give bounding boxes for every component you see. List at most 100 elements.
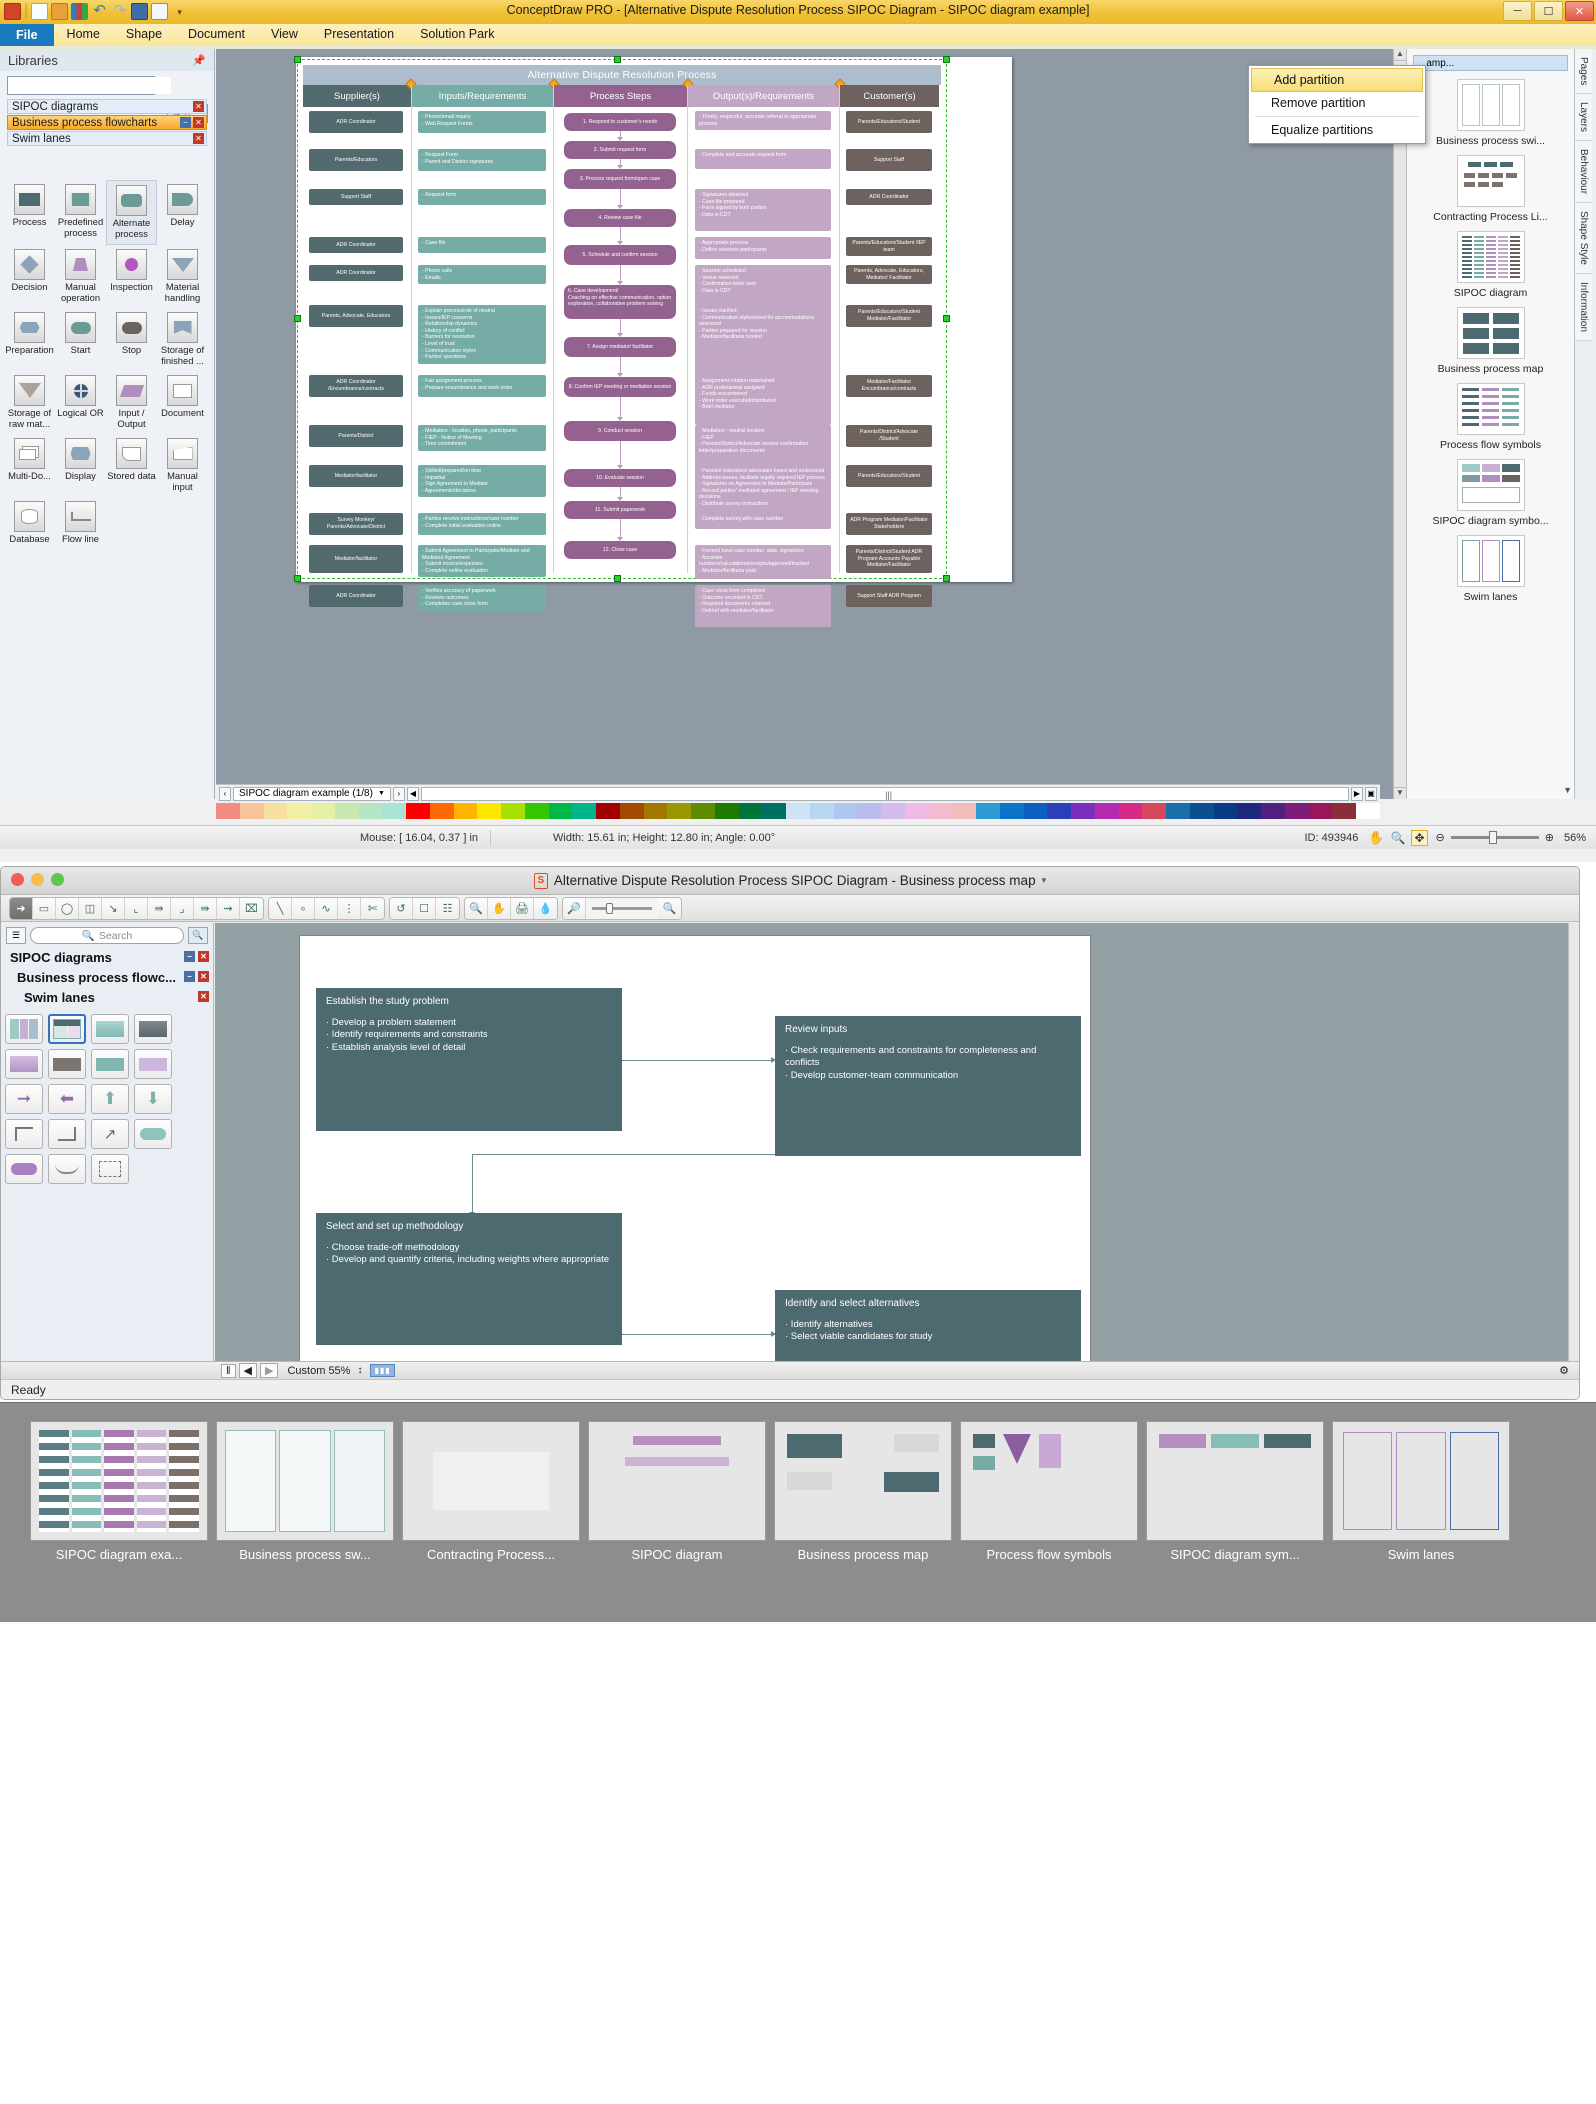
document-thumbnail-3[interactable]: Business process map — [1407, 307, 1574, 375]
sipoc-column-header[interactable]: Supplier(s) — [303, 85, 411, 107]
sipoc-cell[interactable]: - Skilled/prepared/on time - Impartial - S… — [418, 465, 546, 498]
sipoc-cell[interactable]: Mediator/Facilitator Encumbrance/contrac… — [846, 375, 932, 397]
ribbon-tab-shape[interactable]: Shape — [113, 24, 175, 44]
zoom-stepper-icon[interactable]: ↕ — [357, 1365, 362, 1376]
palette-swatch[interactable] — [833, 803, 858, 819]
pin-icon[interactable]: 📌 — [192, 54, 206, 67]
sipoc-cell[interactable]: ADR Coordinator — [309, 585, 403, 607]
dock-bp-swimlane-icon[interactable] — [216, 1421, 394, 1541]
selection-handle[interactable] — [614, 56, 621, 63]
sipoc-cell[interactable]: 1. Respond to customer's needs — [564, 113, 676, 131]
mac-library-groups[interactable]: SIPOC diagrams − ✕ Business process flowc..… — [1, 948, 213, 1007]
canvas-area[interactable]: Alternative Dispute Resolution Process S… — [216, 49, 1406, 799]
mac-traffic-lights[interactable] — [11, 873, 64, 886]
sipoc-cell[interactable]: Survey Monkey/ Parents/Advocate/District — [309, 513, 403, 535]
palette-swatch[interactable] — [239, 803, 264, 819]
sipoc-cell[interactable]: Parents/Educators/Student — [846, 465, 932, 487]
maximize-button[interactable]: ☐ — [1534, 1, 1563, 21]
library-shape-grid[interactable]: Process Predefined process Alternate proce… — [0, 177, 215, 550]
chevron-down-icon[interactable]: ▼ — [378, 790, 385, 797]
sipoc-cell[interactable]: - Request Form - Parent and District sign… — [418, 149, 546, 171]
selection-handle[interactable] — [614, 575, 621, 582]
sipoc-cell[interactable]: ADR Coordinator — [846, 189, 932, 205]
thumbs-scroll-down-icon[interactable]: ▼ — [1563, 785, 1572, 795]
palette-swatch[interactable] — [358, 803, 383, 819]
sipoc-cell[interactable]: - Explain process/role of neutral - Issue… — [418, 305, 546, 364]
bp-node[interactable]: Select and set up methodology · Choose t… — [316, 1213, 622, 1345]
sipoc-cell[interactable]: Parents, Advocate, Educators, Mediator/ … — [846, 265, 932, 285]
text-tool-icon[interactable]: ◫ — [79, 897, 102, 919]
sipoc-cell[interactable]: - Verifies accuracy of paperwork - Review… — [418, 585, 546, 611]
library-shape-preparation[interactable]: Preparation — [4, 308, 55, 371]
vertical-tab-behaviour[interactable]: Behaviour — [1575, 141, 1592, 204]
page-view-icon[interactable]: ▮▮▮ — [370, 1364, 395, 1377]
palette-swatch[interactable] — [667, 803, 691, 819]
page-next-icon[interactable]: ▶ — [260, 1363, 279, 1378]
context-menu-item-remove-partition[interactable]: Remove partition — [1249, 92, 1425, 114]
palette-swatch[interactable] — [501, 803, 525, 819]
library-group-2[interactable]: Swim lanes ✕ — [7, 131, 207, 146]
context-menu-item-add-partition[interactable]: Add partition — [1251, 68, 1423, 92]
library-shape-decision[interactable]: Decision — [4, 245, 55, 308]
sipoc-column-0[interactable]: Supplier(s) ADR Coordinator Parents/Educat… — [303, 78, 417, 607]
sipoc-cell[interactable]: - Timely, respectful, accurate referral … — [695, 111, 831, 131]
document-thumbnail-2[interactable]: SIPOC diagram — [1407, 231, 1574, 299]
canvas-vertical-scrollbar[interactable]: ▲ ▼ — [1393, 49, 1406, 799]
pill-teal-icon[interactable] — [134, 1119, 172, 1149]
palette-swatch[interactable] — [691, 803, 715, 819]
dock-item-5[interactable]: Process flow symbols — [960, 1421, 1138, 1562]
sipoc-cell[interactable]: 9. Conduct session — [564, 421, 676, 441]
mac-document-page[interactable]: Establish the study problem · Develop a … — [299, 935, 1091, 1361]
curve-connector-icon[interactable]: ⇛ — [194, 897, 217, 919]
sipoc-cell[interactable]: Mediator/facilitator — [309, 465, 403, 487]
sipoc-cell[interactable]: ADR Coordinator — [309, 265, 403, 281]
palette-swatch[interactable] — [1094, 803, 1119, 819]
dock-item-4[interactable]: Business process map — [774, 1421, 952, 1562]
palette-swatch[interactable] — [1047, 803, 1071, 819]
sipoc-cell[interactable]: Parents/District/Advocate /Student — [846, 425, 932, 447]
library-shape-stop[interactable]: Stop — [106, 308, 157, 371]
palette-swatch[interactable] — [572, 803, 596, 819]
collapse-icon[interactable]: − — [184, 951, 195, 962]
sipoc-cell[interactable]: Mediator/facilitator — [309, 545, 403, 573]
sipoc-cell[interactable]: Parents/Educators/Student Mediator/Facil… — [846, 305, 932, 327]
library-shape-process[interactable]: Process — [4, 180, 55, 245]
arrow-right-icon[interactable]: ➞ — [5, 1084, 43, 1114]
dock-swimlanes-icon[interactable] — [1332, 1421, 1510, 1541]
palette-swatch[interactable] — [881, 803, 905, 819]
close-light[interactable] — [11, 873, 24, 886]
documents-thumbnail-list[interactable]: Business process swi... Contracting Proce… — [1407, 71, 1574, 771]
palette-swatch[interactable] — [596, 803, 620, 819]
library-shape-storage-of-raw-mat[interactable]: Storage of raw mat... — [4, 371, 55, 434]
palette-swatch[interactable] — [1356, 803, 1380, 819]
sipoc-column-header[interactable]: Output(s)/Requirements — [688, 85, 839, 107]
mac-library-group-1[interactable]: Business process flowc... − ✕ — [1, 968, 213, 987]
document-thumbnail-1[interactable]: Contracting Process Li... — [1407, 155, 1574, 223]
library-shape-inspection[interactable]: Inspection — [106, 245, 157, 308]
sipoc-column-1[interactable]: Inputs/Requirements - Phone/email inquiry… — [411, 78, 560, 611]
palette-swatch[interactable] — [1189, 803, 1214, 819]
palette-swatch[interactable] — [1023, 803, 1048, 819]
mac-toolbar-group-2[interactable]: ↺ ☐ ☷ — [389, 896, 460, 920]
palette-swatch[interactable] — [1142, 803, 1166, 819]
mac-toolbar-group-1[interactable]: ╲ ∘ ∿ ⋮ ✄ — [268, 896, 385, 920]
palette-swatch[interactable] — [477, 803, 501, 819]
library-shape-manual-input[interactable]: Manual input — [157, 434, 208, 497]
palette-swatch[interactable] — [1308, 803, 1333, 819]
palette-swatch[interactable] — [1166, 803, 1190, 819]
library-shape-material-handling[interactable]: Material handling — [157, 245, 208, 308]
sipoc-cell[interactable]: - Parties receive instructions/case numb… — [418, 513, 546, 535]
vertical-tab-pages[interactable]: Pages — [1575, 49, 1592, 95]
sipoc-cell[interactable]: 8. Confirm IEP meeting or mediation sess… — [564, 377, 676, 397]
scissors-icon[interactable]: ✄ — [361, 897, 384, 919]
library-search-input[interactable] — [8, 77, 171, 94]
zoom-in-icon[interactable]: 🔍 — [658, 897, 681, 919]
library-shape-logical-or[interactable]: Logical OR — [55, 371, 106, 434]
palette-swatch[interactable] — [904, 803, 929, 819]
dashed-box-icon[interactable] — [91, 1154, 129, 1184]
palette-swatch[interactable] — [1237, 803, 1261, 819]
page-tab[interactable]: SIPOC diagram example (1/8) ▼ — [233, 786, 391, 801]
list-view-icon[interactable]: ☰ — [6, 927, 26, 944]
group-icon[interactable]: ☐ — [413, 897, 436, 919]
mac-settings-icon[interactable]: ⚙ — [1559, 1364, 1569, 1377]
